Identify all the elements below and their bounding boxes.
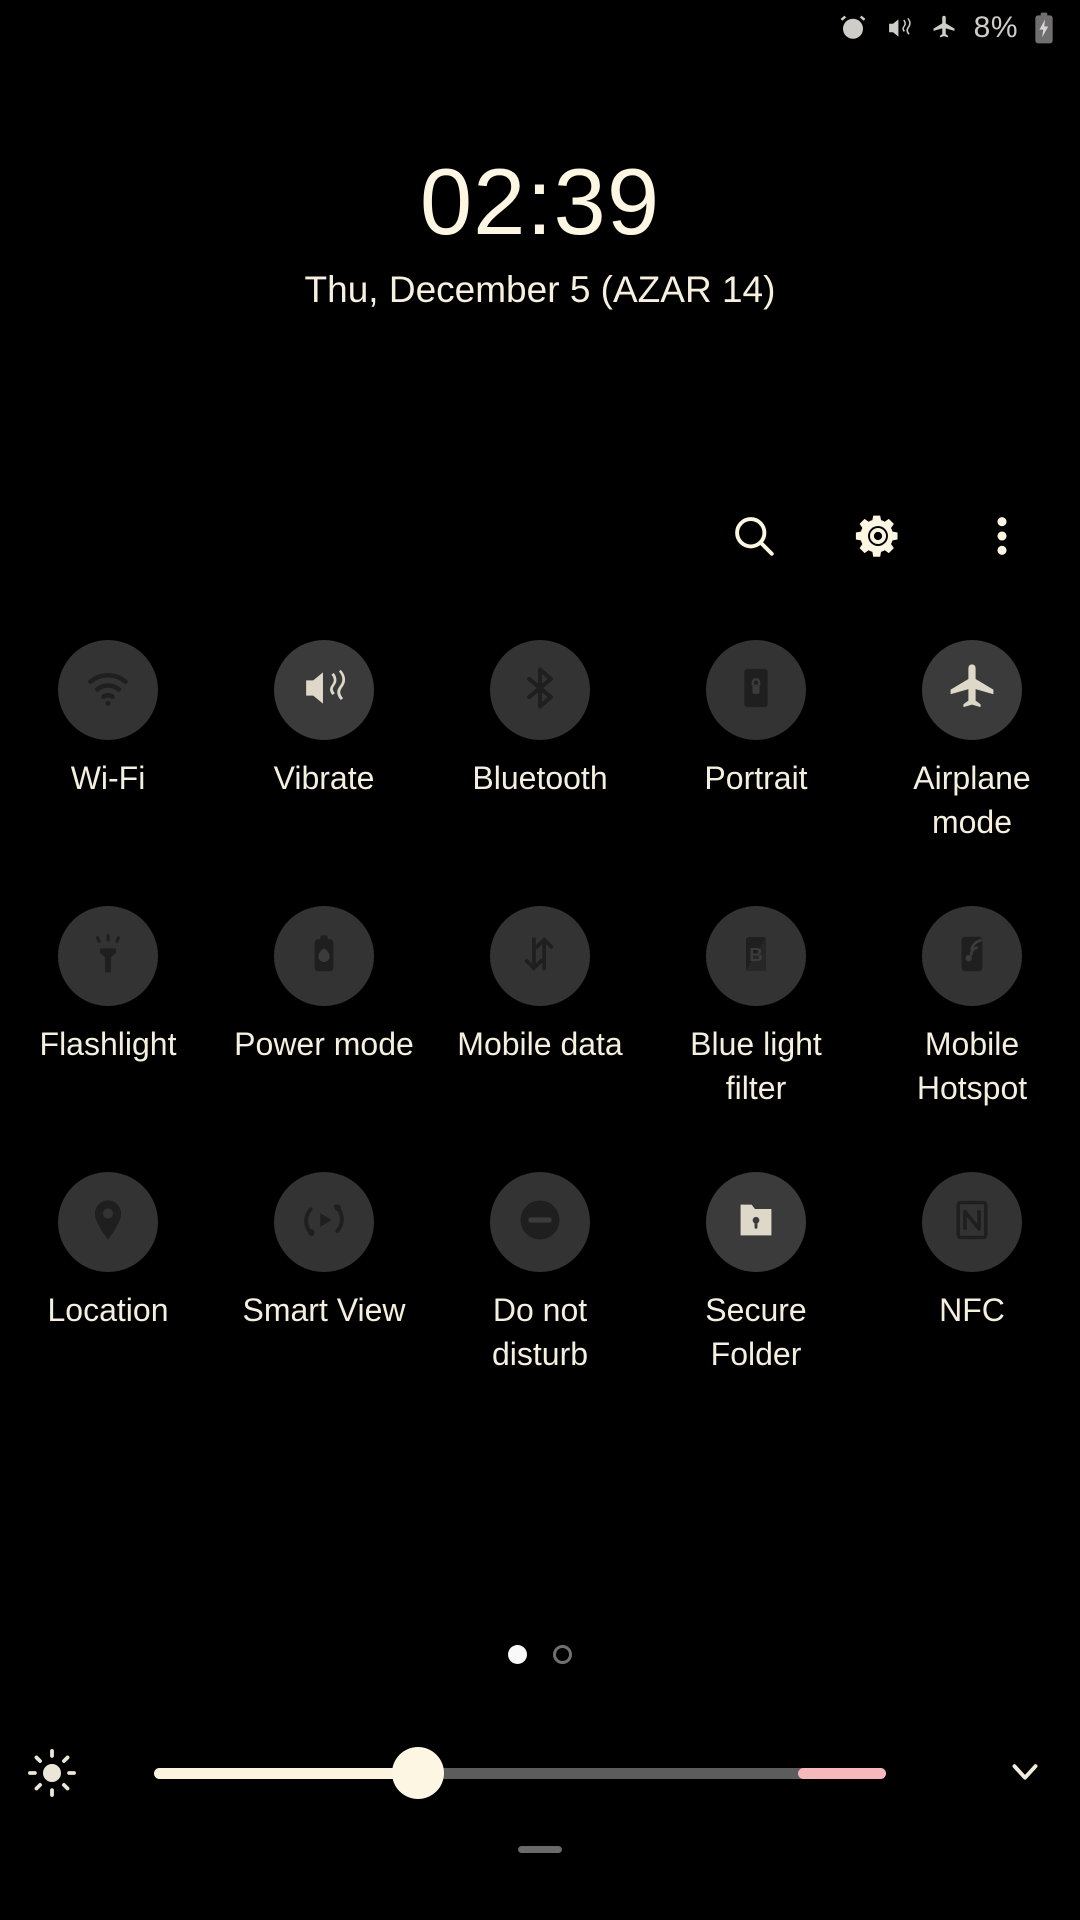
tile-icon-bg [922,640,1022,740]
airplane-icon [945,661,999,720]
tile-power-mode[interactable]: Power mode [216,906,432,1110]
rotation-lock-icon [731,663,781,718]
tile-mobile-hotspot[interactable]: Mobile Hotspot [864,906,1080,1110]
tile-row: Location Smart View Do not disturb Secur… [0,1172,1080,1376]
tile-label: Flashlight [39,1026,177,1062]
tile-icon-bg [490,906,590,1006]
tile-icon-bg [58,1172,158,1272]
tile-mobile-data[interactable]: Mobile data [432,906,648,1110]
tile-portrait[interactable]: Portrait [648,640,864,844]
tile-icon-bg [490,640,590,740]
tile-wifi[interactable]: Wi-Fi [0,640,216,844]
clock-date: Thu, December 5 (AZAR 14) [304,269,776,310]
tile-label: Mobile Hotspot [916,1026,1028,1106]
page-dot-2[interactable] [553,1645,572,1664]
tile-label: NFC [939,1292,1005,1328]
tile-icon-bg [58,906,158,1006]
secure-folder-icon [731,1195,781,1250]
tile-secure-folder[interactable]: Secure Folder [648,1172,864,1376]
more-options-button[interactable] [970,506,1034,570]
tile-label: Portrait [704,760,808,796]
tile-label: Do not disturb [491,1292,589,1372]
tile-icon-bg [922,906,1022,1006]
tile-label: Secure Folder [705,1292,807,1372]
tile-icon-bg [274,906,374,1006]
battery-percent-label: 8% [973,11,1018,44]
tile-smart-view[interactable]: Smart View [216,1172,432,1376]
status-bar: 8% [0,0,1080,56]
tile-icon-bg [706,640,806,740]
tile-vibrate[interactable]: Vibrate [216,640,432,844]
clock-time: 02:39 [419,149,661,254]
tile-airplane-mode[interactable]: Airplane mode [864,640,1080,844]
wifi-icon [81,661,135,720]
tile-row: Wi-Fi Vibrate Bluetooth Portrait Airplan… [0,640,1080,844]
tile-label: Bluetooth [472,760,608,796]
gear-icon [852,510,904,567]
hotspot-icon [948,930,996,983]
brightness-control [0,1725,1080,1821]
vibrate-icon [884,14,914,42]
drag-handle[interactable] [518,1846,562,1853]
tile-icon-bg [490,1172,590,1272]
tile-flashlight[interactable]: Flashlight [0,906,216,1110]
do-not-disturb-icon [514,1194,566,1251]
tile-blue-light-filter[interactable]: B Blue light filter [648,906,864,1110]
smart-view-icon [298,1194,350,1251]
nfc-icon [947,1195,997,1250]
brightness-slider[interactable] [126,1743,958,1803]
alarm-icon [838,13,868,43]
tile-icon-bg [274,640,374,740]
tile-label: Mobile data [457,1026,623,1062]
tile-icon-bg [706,1172,806,1272]
tile-nfc[interactable]: NFC [864,1172,1080,1376]
tile-row: Flashlight Power mode Mobile data B Blue… [0,906,1080,1110]
tile-label: Wi-Fi [70,760,146,796]
quick-settings-header [0,498,1080,578]
battery-charging-icon [1034,12,1054,44]
tile-label: Smart View [242,1292,406,1328]
tile-label: Vibrate [273,760,375,796]
tile-label: Location [47,1292,169,1328]
tile-label: Power mode [234,1026,414,1062]
slider-fill [154,1767,418,1779]
tile-label: Airplane mode [913,760,1031,840]
expand-panel-button[interactable] [970,1748,1080,1799]
slider-warning-zone [798,1767,886,1779]
tile-label: Blue light filter [690,1026,822,1106]
bottom-area [0,1886,1080,1920]
tile-location[interactable]: Location [0,1172,216,1376]
bluetooth-icon [514,662,566,719]
airplane-icon [930,14,958,42]
brightness-icon[interactable] [0,1746,104,1800]
power-mode-icon [300,930,348,983]
tile-icon-bg [922,1172,1022,1272]
flashlight-icon [83,929,133,984]
blue-light-filter-icon: B [732,930,780,983]
clock-block: 02:39 Thu, December 5 (AZAR 14) [0,150,1080,312]
tile-icon-bg [58,640,158,740]
svg-text:B: B [749,944,763,965]
tile-icon-bg [274,1172,374,1272]
page-indicator [0,1645,1080,1664]
mobile-data-icon [514,928,566,985]
tile-bluetooth[interactable]: Bluetooth [432,640,648,844]
chevron-down-icon [1002,1748,1048,1799]
search-button[interactable] [722,506,786,570]
settings-button[interactable] [846,506,910,570]
tile-icon-bg: B [706,906,806,1006]
vibrate-icon [297,662,351,719]
location-pin-icon [83,1195,133,1250]
quick-settings-tiles: Wi-Fi Vibrate Bluetooth Portrait Airplan… [0,640,1080,1376]
page-dot-1[interactable] [508,1645,527,1664]
search-icon [728,510,780,567]
tile-do-not-disturb[interactable]: Do not disturb [432,1172,648,1376]
slider-thumb[interactable] [391,1747,444,1799]
more-vertical-icon [976,510,1028,567]
